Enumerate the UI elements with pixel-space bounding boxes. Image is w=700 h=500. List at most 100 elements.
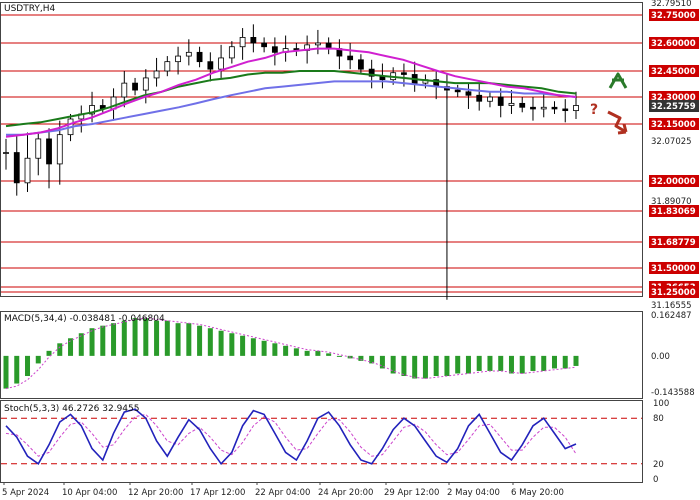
candle-body-51 [551,106,558,110]
macd-bar-42 [455,355,461,374]
price-tick-0: 32.79510 [651,0,692,9]
usdtry-h4-chart: 32.7951032.7500032.6000032.4500032.30000… [0,0,699,498]
macd-bar-45 [487,355,493,371]
bearish-scenario-arrow [607,110,628,135]
candle-body-13 [142,77,149,91]
macd-bar-16 [175,323,181,356]
candle-body-18 [196,51,203,63]
x-label-5: 24 Apr 20:00 [318,488,373,498]
price-tag-2: 32.60000 [651,39,696,49]
macd-bar-2 [25,355,31,377]
macd-bar-20 [218,330,224,356]
macd-bar-18 [197,325,203,356]
stoch-tick-2: 20 [653,460,664,470]
candle-body-12 [132,82,138,91]
candle-body-19 [207,61,214,70]
macd-label: MACD(5,34,4) -0.038481 -0.046804 [4,314,165,324]
bullish-scenario-arrow [608,72,628,89]
x-label-8: 6 May 20:00 [511,488,564,498]
candle-body-49 [530,106,536,110]
main-frame [0,2,643,297]
macd-bar-47 [508,355,514,374]
x-label-0: 5 Apr 2024 [2,488,49,498]
candle-body-20 [218,57,224,70]
macd-bar-0 [3,355,9,389]
candle-body-1 [13,152,20,184]
candle-body-15 [164,61,171,72]
macd-frame [0,311,643,399]
macd-tick-0: 0.162487 [651,311,692,321]
price-tag-1: 32.75000 [651,11,696,21]
candle-body-16 [175,55,181,63]
price-tag-11: 31.68779 [651,238,696,248]
candle-body-3 [35,138,42,159]
macd-bar-23 [250,338,256,356]
macd-bar-31 [336,355,342,357]
x-label-1: 10 Apr 04:00 [62,488,117,498]
candle-body-21 [228,46,235,59]
candle-body-50 [540,106,547,110]
time-axis: 5 Apr 2024 10 Apr 04:00 12 Apr 20:00 17 Apr… [2,482,564,498]
macd-bar-43 [465,355,471,374]
candle-body-32 [347,55,354,61]
macd-bar-5 [57,343,63,356]
macd-bar-29 [315,350,321,356]
candle-body-53 [573,105,579,112]
macd-bar-28 [304,350,310,356]
macd-bar-14 [154,320,160,356]
stoch-tick-3: 0 [653,475,658,485]
candle-body-37 [401,72,407,75]
macd-bar-41 [444,355,450,377]
macd-tick-2: -0.143588 [651,388,695,398]
macd-bar-27 [293,348,299,356]
macd-bar-17 [186,323,192,356]
price-tag-10: 31.83069 [651,207,696,217]
price-tag-6: 32.15000 [651,120,696,130]
candle-body-14 [153,70,160,79]
macd-bar-24 [261,340,267,356]
x-label-2: 12 Apr 20:00 [128,488,183,498]
macd-bar-9 [100,325,106,356]
candle-body-5 [56,134,63,165]
macd-bar-1 [14,355,20,384]
candle-body-46 [497,96,504,106]
candle-body-33 [358,59,364,70]
macd-bar-49 [530,355,536,371]
candle-body-23 [250,37,257,44]
x-label-4: 22 Apr 04:00 [255,488,310,498]
candle-body-43 [465,91,472,96]
macd-bar-22 [240,335,246,356]
macd-bar-37 [401,355,407,377]
macd-bar-26 [283,345,289,356]
candle-body-47 [508,102,515,106]
price-tag-8: 32.00000 [651,177,696,187]
price-tick-7: 32.07025 [651,137,692,147]
stoch-tick-0: 100 [653,399,669,409]
candle-body-22 [239,37,246,48]
stoch-label: Stoch(5,3,3) 46.2726 32.9455 [4,404,139,414]
macd-bar-44 [476,355,482,371]
macd-tick-1: 0.00 [651,352,670,362]
candle-body-0 [3,152,9,154]
macd-bar-15 [164,320,170,356]
macd-bar-21 [229,333,235,356]
candle-body-11 [121,82,128,98]
x-label-6: 29 Apr 12:00 [384,488,439,498]
candle-body-17 [185,51,192,57]
candle-body-48 [519,102,526,108]
price-tag-5: 32.25759 [651,102,696,112]
macd-bar-39 [422,355,428,379]
macd-bar-8 [89,328,95,356]
macd-bar-48 [519,355,525,374]
candle-body-2 [24,157,31,184]
price-tag-3: 32.45000 [651,67,696,77]
macd-bar-46 [498,355,504,371]
candle-body-29 [314,42,321,46]
price-tag-12: 31.50000 [651,264,696,274]
macd-bar-25 [272,343,278,356]
macd-bar-10 [111,323,117,356]
macd-bar-53 [573,355,579,366]
macd-bar-30 [326,353,332,356]
macd-bar-51 [551,355,557,369]
price-tag-14: 31.25000 [651,288,696,298]
